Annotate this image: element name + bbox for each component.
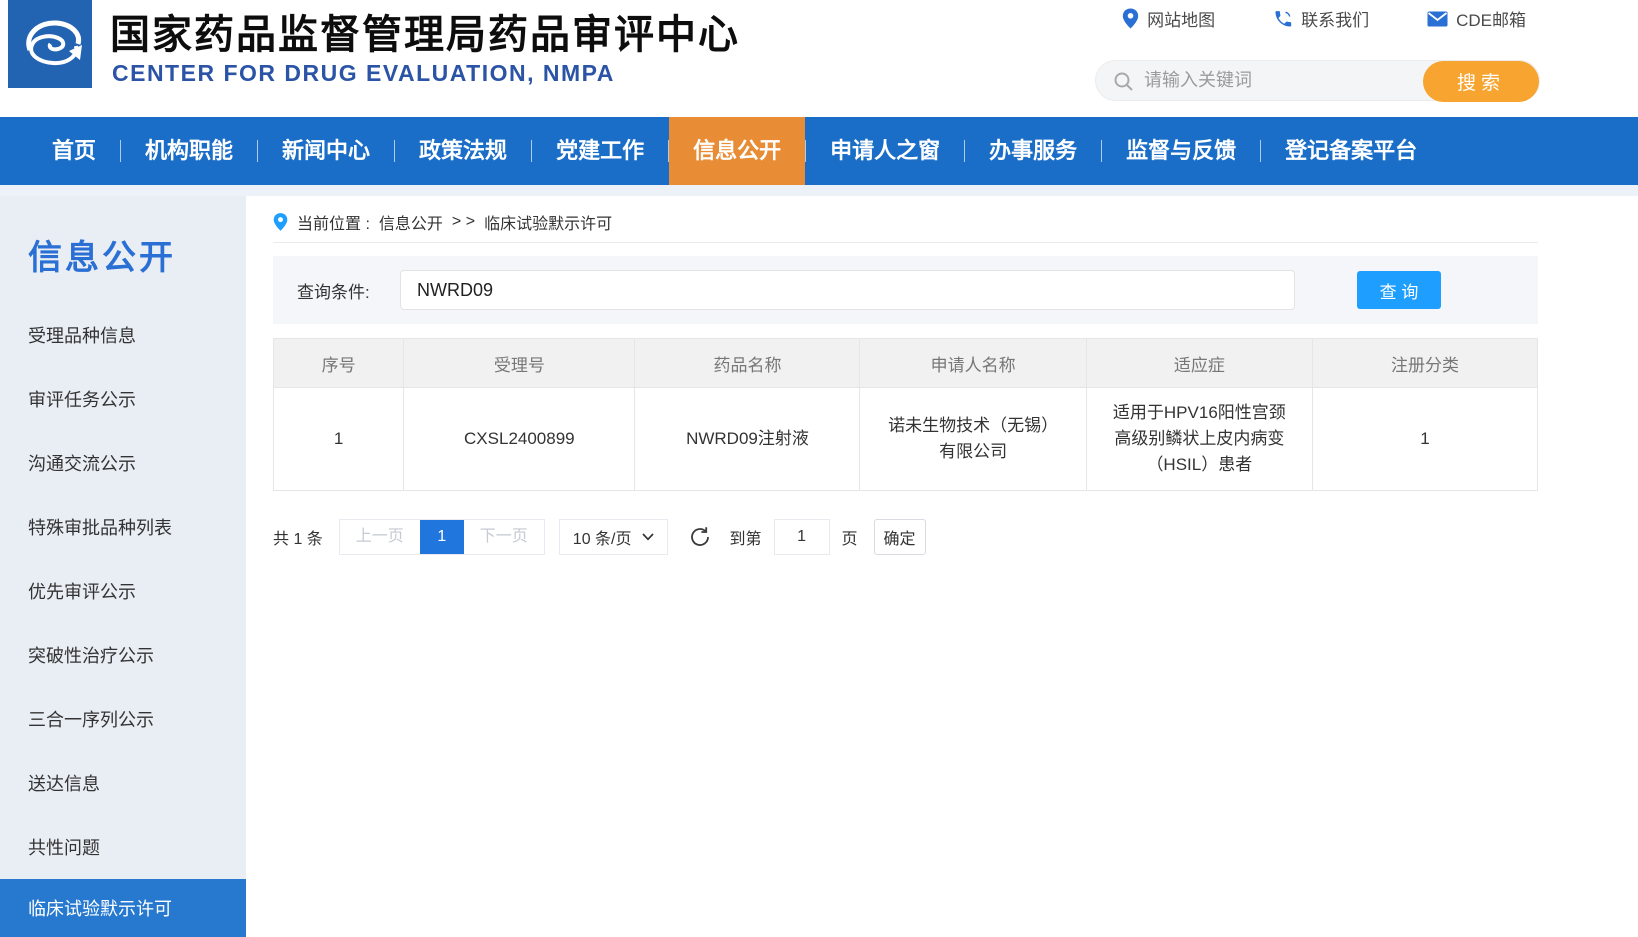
- nav-item-2[interactable]: 机构职能: [121, 117, 257, 185]
- location-pin-icon: [273, 213, 288, 231]
- nav-item-3[interactable]: 新闻中心: [258, 117, 394, 185]
- nav-item-8[interactable]: 办事服务: [965, 117, 1101, 185]
- mailbox-link[interactable]: CDE邮箱: [1427, 6, 1526, 31]
- sidebar-item-4[interactable]: 特殊审批品种列表: [0, 495, 246, 559]
- contact-label: 联系我们: [1301, 11, 1370, 30]
- table-header-row: 序号 受理号 药品名称 申请人名称 适应症 注册分类: [272, 338, 1539, 388]
- sitemap-label: 网站地图: [1147, 11, 1216, 30]
- pager-group: 上一页 1 下一页: [338, 519, 545, 555]
- breadcrumb-label: 当前位置 :: [297, 216, 370, 233]
- main-content: 当前位置 : 信息公开 > > 临床试验默示许可 查询条件: 查 询 序号受理号…: [272, 196, 1539, 555]
- nav-item-9[interactable]: 监督与反馈: [1102, 117, 1260, 185]
- nav-item-5[interactable]: 党建工作: [532, 117, 668, 185]
- nav-item-10[interactable]: 登记备案平台: [1261, 117, 1441, 185]
- table-header-cell: 药品名称: [634, 338, 861, 388]
- table-cell: NWRD09注射液: [634, 387, 861, 491]
- breadcrumb-current: 临床试验默示许可: [484, 216, 613, 233]
- breadcrumb: 当前位置 : 信息公开 > > 临床试验默示许可: [273, 196, 1538, 243]
- table-cell: 1: [1311, 387, 1539, 491]
- breadcrumb-separator: > >: [451, 213, 476, 230]
- table-header-cell: 申请人名称: [859, 338, 1087, 388]
- sidebar: 信息公开 受理品种信息 审评任务公示 沟通交流公示 特殊审批品种列表 优先审评公示 突破性…: [0, 196, 246, 937]
- table-header-cell: 序号: [272, 338, 405, 388]
- table-header-cell: 受理号: [403, 338, 636, 388]
- search-button[interactable]: 搜索: [1423, 61, 1539, 102]
- results-table: 序号 受理号 药品名称 申请人名称 适应症 注册分类 1 CXSL2400899 NWRD09…: [272, 338, 1539, 491]
- query-button[interactable]: 查 询: [1357, 271, 1441, 309]
- site-title: 国家药品监督管理局药品审评中心: [110, 13, 740, 57]
- table-cell: 诺未生物技术（无锡）有限公司: [859, 387, 1087, 491]
- page: 国家药品监督管理局药品审评中心 CENTER FOR DRUG EVALUATI…: [0, 0, 1638, 937]
- header: 国家药品监督管理局药品审评中心 CENTER FOR DRUG EVALUATI…: [0, 0, 1638, 117]
- mail-icon: [1427, 11, 1448, 26]
- nav-item-6[interactable]: 信息公开: [669, 117, 806, 185]
- sitemap-link[interactable]: 网站地图: [1122, 6, 1215, 31]
- search-icon: [1114, 72, 1133, 91]
- query-panel: 查询条件: 查 询: [273, 256, 1538, 324]
- refresh-icon[interactable]: [688, 525, 712, 549]
- table-header-cell: 注册分类: [1311, 338, 1539, 388]
- current-page-button[interactable]: 1: [419, 520, 464, 554]
- goto-page-input[interactable]: [773, 519, 830, 555]
- query-label: 查询条件:: [297, 282, 370, 302]
- query-input[interactable]: [400, 270, 1295, 310]
- sidebar-item-10[interactable]: 临床试验默示许可: [0, 879, 246, 937]
- nav-item-7[interactable]: 申请人之窗: [806, 117, 964, 185]
- sidebar-title: 信息公开: [28, 239, 176, 277]
- breadcrumb-section-link[interactable]: 信息公开: [379, 210, 443, 234]
- nav-bottom-strip: [0, 185, 1638, 196]
- table-cell: 1: [272, 387, 405, 491]
- sidebar-item-6[interactable]: 突破性治疗公示: [0, 623, 246, 687]
- main-nav: 首页 机构职能 新闻中心 政策法规 党建工作 信息公开 申请人之窗 办事服务 监督与反馈 登记备案…: [0, 117, 1638, 185]
- table-row: 1 CXSL2400899 NWRD09注射液 诺未生物技术（无锡）有限公司 适用于HP…: [272, 387, 1539, 491]
- sidebar-item-7[interactable]: 三合一序列公示: [0, 687, 246, 751]
- sidebar-item-1[interactable]: 受理品种信息: [0, 303, 246, 367]
- pagination: 共 1 条 上一页 1 下一页 10 条/页 到第 页 确定: [273, 519, 1538, 555]
- contact-link[interactable]: 联系我们: [1273, 6, 1369, 31]
- nav-item-1[interactable]: 首页: [28, 117, 120, 185]
- goto-page-label: 到第: [729, 531, 762, 548]
- site-subtitle: CENTER FOR DRUG EVALUATION, NMPA: [112, 60, 615, 86]
- sidebar-item-9[interactable]: 共性问题: [0, 815, 246, 879]
- mailbox-label: CDE邮箱: [1456, 11, 1526, 30]
- page-size-select[interactable]: 10 条/页: [558, 519, 668, 555]
- sidebar-item-2[interactable]: 审评任务公示: [0, 367, 246, 431]
- phone-icon: [1275, 10, 1292, 26]
- site-search: 搜索: [1095, 60, 1540, 102]
- goto-confirm-button[interactable]: 确定: [873, 519, 926, 555]
- page-size-value: 10 条/页: [572, 531, 632, 548]
- next-page-button[interactable]: 下一页: [464, 520, 544, 554]
- cde-logo-icon: [8, 0, 92, 88]
- table-header-cell: 适应症: [1085, 338, 1313, 388]
- nav-item-4[interactable]: 政策法规: [395, 117, 531, 185]
- table-cell: CXSL2400899: [403, 387, 636, 491]
- sidebar-item-5[interactable]: 优先审评公示: [0, 559, 246, 623]
- sidebar-item-8[interactable]: 送达信息: [0, 751, 246, 815]
- prev-page-button[interactable]: 上一页: [340, 520, 420, 554]
- sidebar-item-3[interactable]: 沟通交流公示: [0, 431, 246, 495]
- chevron-down-icon: [641, 533, 654, 541]
- header-quick-links: 网站地图 联系我们 CDE邮箱: [1122, 6, 1526, 31]
- page-unit-label: 页: [841, 531, 858, 548]
- map-pin-icon: [1122, 8, 1139, 29]
- search-input[interactable]: [1144, 62, 1414, 99]
- table-cell: 适用于HPV16阳性宫颈高级别鳞状上皮内病变（HSIL）患者: [1085, 387, 1313, 491]
- pagination-total: 共 1 条: [273, 531, 323, 548]
